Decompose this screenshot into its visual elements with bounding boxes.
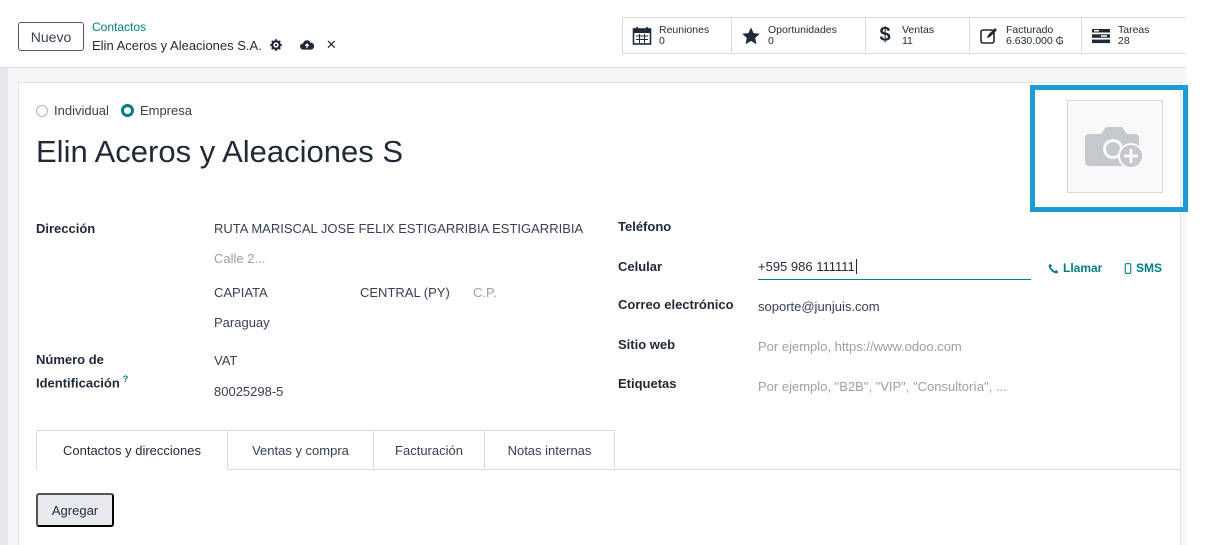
tags-field[interactable]: Por ejemplo, "B2B", "VIP", "Consultoría"…	[758, 379, 1007, 394]
opportunities-count: 0	[768, 34, 774, 47]
invoiced-button[interactable]: Facturado 6.630.000 ₲	[969, 17, 1082, 54]
invoiced-amount: 6.630.000 ₲	[1006, 34, 1064, 47]
tasks-button[interactable]: Tareas 28	[1081, 17, 1186, 54]
mobile-icon	[1124, 262, 1132, 274]
right-edge	[1186, 0, 1217, 545]
gear-icon[interactable]	[269, 39, 282, 51]
radio-company[interactable]	[120, 104, 134, 117]
website-field[interactable]: Por ejemplo, https://www.odoo.com	[758, 339, 962, 354]
street-field[interactable]: RUTA MARISCAL JOSE FELIX ESTIGARRIBIA ES…	[214, 221, 599, 236]
calendar-icon	[631, 25, 653, 47]
meetings-button[interactable]: Reuniones 0	[622, 17, 732, 54]
mobile-input[interactable]: +595 986 111111	[758, 256, 1031, 280]
email-label: Correo electrónico	[618, 297, 734, 312]
phone-label: Teléfono	[618, 219, 672, 234]
call-button[interactable]: Llamar	[1048, 261, 1102, 275]
edit-icon	[978, 25, 1000, 47]
sms-label: SMS	[1136, 261, 1163, 275]
radio-individual-label[interactable]: Individual	[54, 103, 109, 118]
invoiced-label: Facturado	[1006, 23, 1054, 36]
image-upload[interactable]	[1067, 100, 1163, 193]
phone-icon	[1048, 263, 1059, 273]
cloud-upload-icon[interactable]	[299, 39, 314, 51]
email-field[interactable]: soporte@junjuis.com	[758, 299, 880, 314]
city-field[interactable]: CAPIATA	[214, 285, 268, 300]
opportunities-label: Oportunidades	[768, 23, 837, 36]
vat-label-line1: Número de	[36, 352, 104, 367]
tab-sales-purchase[interactable]: Ventas y compra	[228, 430, 374, 470]
meetings-label: Reuniones	[659, 23, 710, 36]
sales-label: Ventas	[902, 23, 935, 36]
vat-number-field[interactable]: 80025298-5	[214, 384, 283, 399]
notebook-tabs: Contactos y direcciones Ventas y compra …	[36, 430, 615, 470]
left-edge	[0, 0, 8, 545]
star-icon	[740, 25, 762, 47]
new-button[interactable]: Nuevo	[18, 22, 84, 51]
discard-icon[interactable]: ✕	[326, 37, 337, 53]
tasks-count: 28	[1118, 34, 1130, 47]
add-button[interactable]: Agregar	[36, 493, 114, 527]
street2-field[interactable]: Calle 2...	[214, 251, 265, 266]
tasks-icon	[1090, 25, 1112, 47]
opportunities-button[interactable]: Oportunidades 0	[731, 17, 866, 54]
radio-company-label[interactable]: Empresa	[140, 103, 192, 118]
mobile-label: Celular	[618, 259, 663, 274]
country-field[interactable]: Paraguay	[214, 315, 270, 330]
dollar-icon: $	[879, 24, 891, 46]
vat-label-line2: Identificación?	[36, 374, 128, 390]
tab-internal-notes[interactable]: Notas internas	[485, 430, 615, 470]
breadcrumb-contacts[interactable]: Contactos	[92, 20, 146, 34]
record-name: Elin Aceros y Aleaciones S.A.	[92, 37, 262, 53]
zip-field[interactable]: C.P.	[473, 285, 497, 300]
camera-add-icon	[1085, 126, 1144, 169]
company-type-selector: Individual Empresa	[36, 103, 192, 118]
tasks-label: Tareas	[1118, 23, 1150, 36]
tab-contacts-addresses[interactable]: Contactos y direcciones	[36, 430, 228, 470]
sales-button[interactable]: $ Ventas 11	[865, 17, 970, 54]
address-label: Dirección	[36, 221, 96, 236]
tab-invoicing[interactable]: Facturación	[374, 430, 485, 470]
vat-label-text: Identificación	[36, 375, 120, 391]
vat-type-field[interactable]: VAT	[214, 353, 237, 368]
call-label: Llamar	[1063, 261, 1103, 275]
state-field[interactable]: CENTRAL (PY)	[360, 285, 450, 300]
breadcrumb-record: Elin Aceros y Aleaciones S.A. ✕	[92, 37, 337, 53]
help-tooltip-icon[interactable]: ?	[123, 374, 129, 384]
mobile-value: +595 986 111111	[758, 259, 855, 274]
website-label: Sitio web	[618, 337, 676, 352]
tags-label: Etiquetas	[618, 376, 677, 391]
sales-count: 11	[902, 34, 913, 47]
sms-button[interactable]: SMS	[1124, 261, 1162, 275]
meetings-count: 0	[659, 34, 665, 47]
partner-name-field[interactable]: Elin Aceros y Aleaciones S	[36, 134, 403, 170]
text-caret	[855, 259, 857, 274]
radio-individual[interactable]	[36, 104, 48, 117]
